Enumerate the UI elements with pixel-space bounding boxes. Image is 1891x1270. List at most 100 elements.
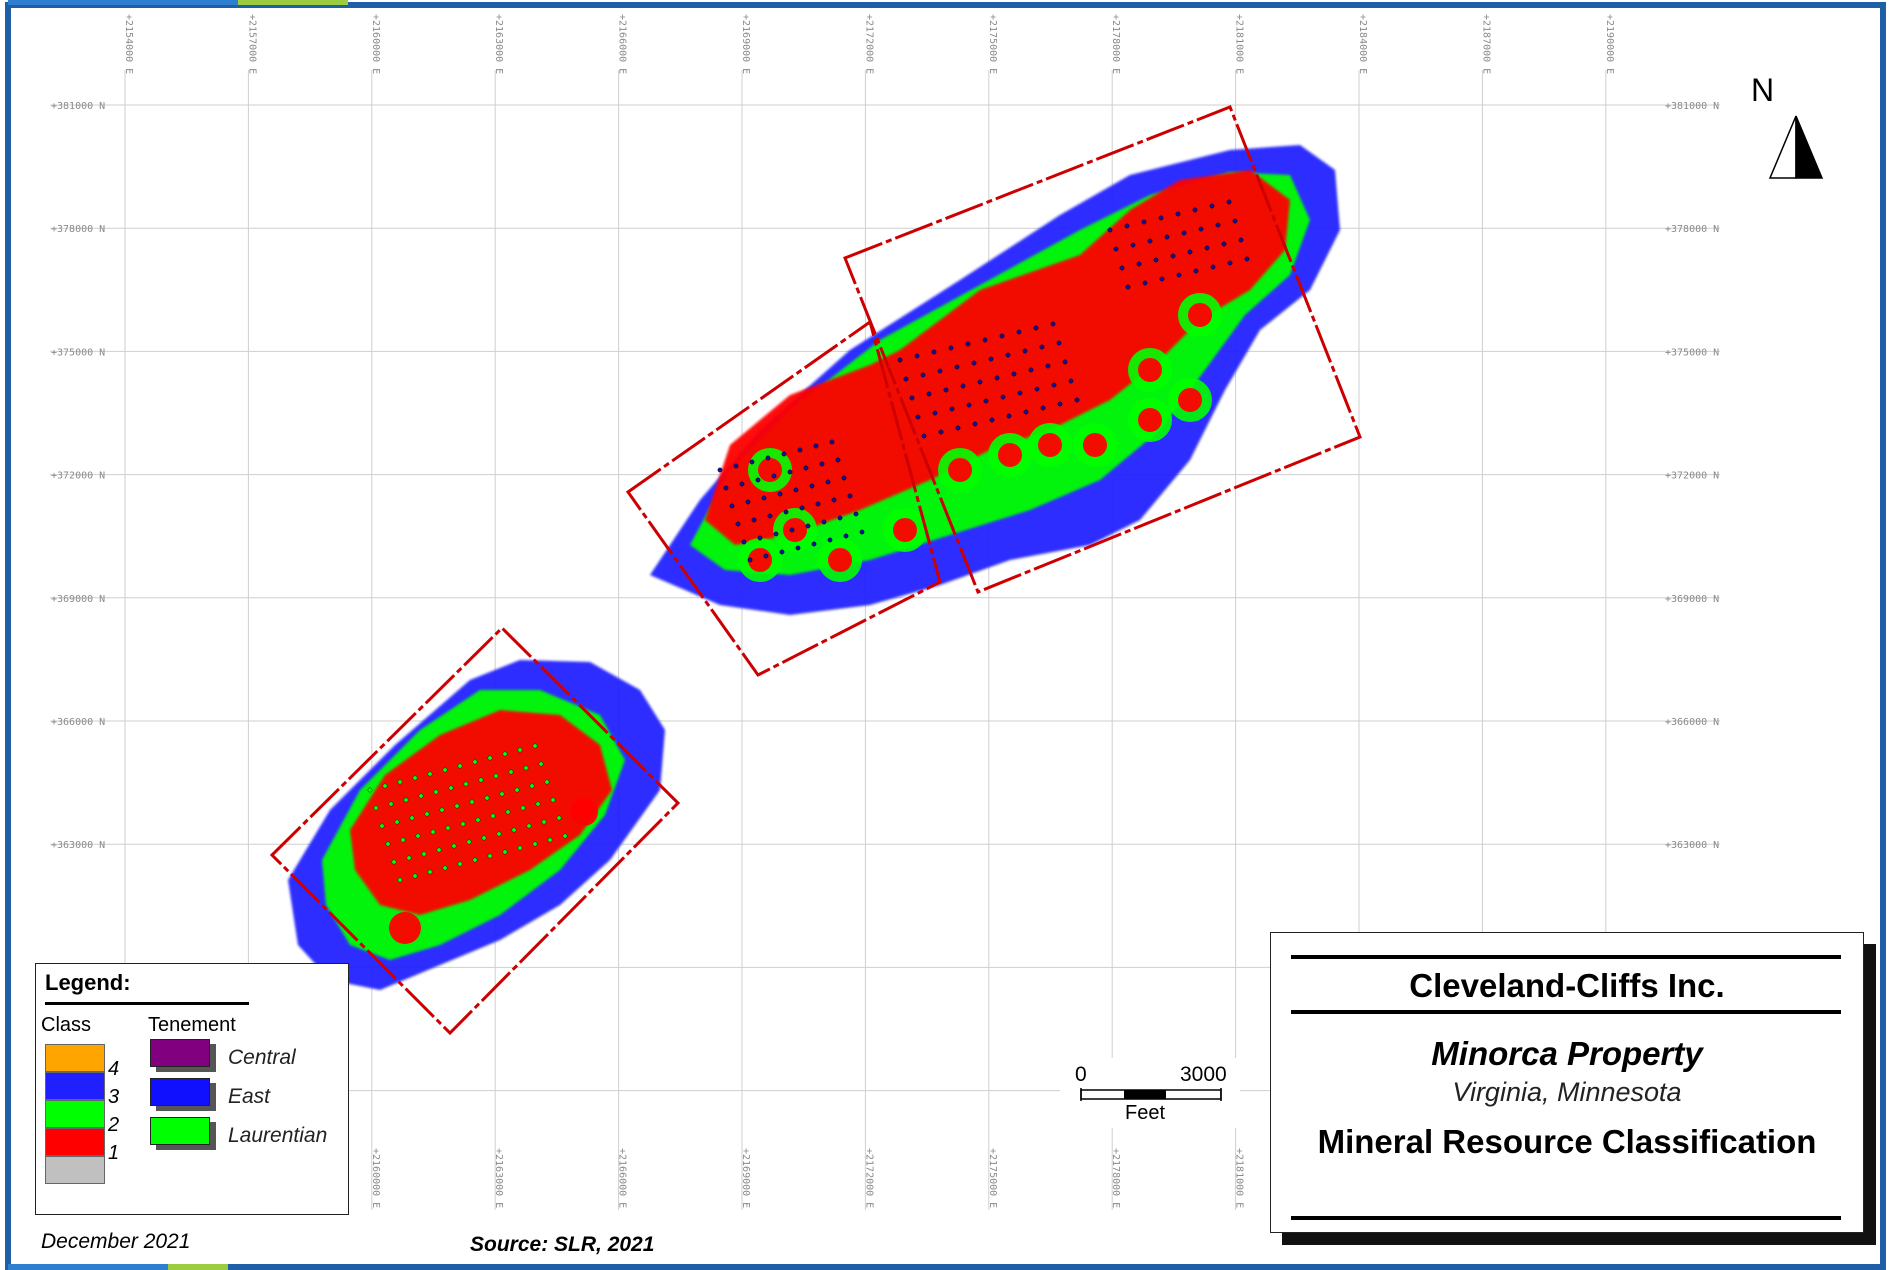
drill-hole-east: [1153, 257, 1159, 263]
drill-hole-laurentian: [406, 855, 412, 861]
drill-hole-central: [843, 533, 849, 539]
class-1-label: 1: [108, 1142, 120, 1164]
drill-hole-laurentian: [532, 743, 538, 749]
laurentian-class-1-halo: [389, 912, 421, 944]
drill-hole-east: [938, 429, 944, 435]
drill-hole-laurentian: [475, 817, 481, 823]
drill-hole-laurentian: [484, 795, 490, 801]
drill-hole-laurentian: [457, 763, 463, 769]
drill-hole-central: [815, 501, 821, 507]
drill-hole-laurentian: [556, 815, 562, 821]
drill-hole-east: [1033, 325, 1039, 331]
drill-hole-laurentian: [490, 813, 496, 819]
northing-label-right: +372000 N: [1665, 471, 1719, 482]
drill-hole-laurentian: [514, 787, 520, 793]
drill-hole-east: [960, 383, 966, 389]
class-4-swatch: [45, 1044, 105, 1072]
drill-hole-laurentian: [385, 841, 391, 847]
company-name: Cleveland-Cliffs Inc.: [1409, 967, 1725, 1004]
easting-label-top: +2157000 E: [246, 14, 257, 74]
drill-hole-laurentian: [526, 823, 532, 829]
drill-hole-east: [931, 349, 937, 355]
easting-label-top: +2178000 E: [1110, 14, 1121, 74]
laurentian-class-1-halo: [570, 798, 598, 826]
drill-hole-east: [915, 414, 921, 420]
legend: Legend: Class Tenement 4 3 2 1 Central E…: [35, 963, 349, 1215]
resource-blocks: [288, 145, 1340, 990]
drill-hole-east: [1000, 394, 1006, 400]
map-heading: Mineral Resource Classification: [1317, 1123, 1817, 1160]
drill-hole-east: [971, 360, 977, 366]
drill-hole-central: [813, 443, 819, 449]
drill-hole-east: [1192, 207, 1198, 213]
drill-hole-east: [965, 341, 971, 347]
drill-hole-laurentian: [421, 851, 427, 857]
north-arrow-icon: [1768, 115, 1824, 179]
drill-hole-laurentian: [517, 845, 523, 851]
northing-label-left: +378000 N: [51, 224, 105, 235]
drill-hole-laurentian: [496, 831, 502, 837]
class-1-halo: [758, 458, 782, 482]
drill-hole-east: [1011, 371, 1017, 377]
drill-hole-central: [819, 461, 825, 467]
drill-hole-east: [921, 433, 927, 439]
northing-label-left: +381000 N: [51, 101, 105, 112]
easting-label-top: +2187000 E: [1480, 14, 1491, 74]
drill-hole-east: [1017, 390, 1023, 396]
class-3-swatch: [45, 1072, 105, 1100]
northing-label-right: +363000 N: [1665, 840, 1719, 851]
easting-label-top: +2175000 E: [987, 14, 998, 74]
drill-hole-east: [1175, 211, 1181, 217]
class-2-label: 2: [108, 1114, 120, 1136]
drill-hole-central: [777, 491, 783, 497]
drill-hole-central: [773, 531, 779, 537]
drill-hole-east: [1062, 359, 1068, 365]
drill-hole-laurentian: [412, 775, 418, 781]
drill-hole-east: [999, 333, 1005, 339]
scale-bar: 0 3000 Feet: [1060, 1058, 1240, 1128]
northing-label-right: +375000 N: [1665, 347, 1719, 358]
drill-hole-east: [1181, 230, 1187, 236]
easting-label-top: +2172000 E: [863, 14, 874, 74]
scale-unit-label: Feet: [1125, 1102, 1166, 1124]
drill-hole-east: [1016, 329, 1022, 335]
drill-hole-central: [783, 509, 789, 515]
class-1-halo: [1138, 358, 1162, 382]
drill-hole-east: [1204, 245, 1210, 251]
drill-hole-east: [982, 337, 988, 343]
drill-hole-central: [789, 527, 795, 533]
northing-label-left: +375000 N: [51, 347, 105, 358]
drill-hole-central: [795, 545, 801, 551]
drill-hole-central: [805, 523, 811, 529]
drill-hole-laurentian: [379, 823, 385, 829]
easting-label-top: +2154000 E: [123, 14, 134, 74]
drill-hole-east: [1113, 246, 1119, 252]
drill-hole-laurentian: [382, 783, 388, 789]
northing-label-left: +369000 N: [51, 594, 105, 605]
drill-hole-east: [1023, 409, 1029, 415]
drill-hole-laurentian: [511, 827, 517, 833]
drill-hole-central: [749, 459, 755, 465]
drill-hole-east: [1130, 242, 1136, 248]
easting-label-top: +2190000 E: [1604, 14, 1615, 74]
drill-hole-east: [977, 379, 983, 385]
class-1-halo: [1178, 388, 1202, 412]
drill-hole-east: [914, 353, 920, 359]
drill-hole-laurentian: [517, 747, 523, 753]
easting-label-top: +2184000 E: [1357, 14, 1368, 74]
drill-hole-laurentian: [400, 837, 406, 843]
easting-label-top: +2169000 E: [740, 14, 751, 74]
tenement-laurentian-label: Laurentian: [228, 1124, 328, 1147]
drill-hole-east: [1040, 405, 1046, 411]
drill-hole-laurentian: [460, 821, 466, 827]
class-4-label: 4: [108, 1058, 120, 1080]
drill-hole-east: [1074, 397, 1080, 403]
drill-hole-laurentian: [472, 857, 478, 863]
drill-hole-laurentian: [391, 859, 397, 865]
drill-hole-laurentian: [388, 801, 394, 807]
drill-hole-central: [729, 503, 735, 509]
tenement-central-label: Central: [228, 1046, 296, 1069]
class-1-swatch: [45, 1128, 105, 1156]
title-block-rule-bottom: [1291, 1216, 1841, 1220]
drill-hole-central: [767, 513, 773, 519]
